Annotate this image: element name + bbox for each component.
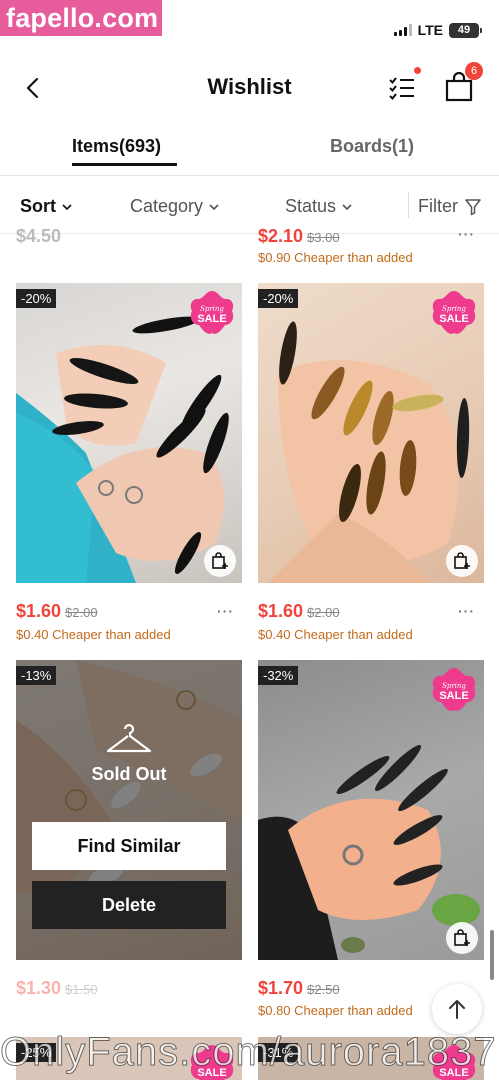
status-dropdown[interactable]: Status: [285, 196, 352, 217]
delete-button[interactable]: Delete: [32, 881, 226, 929]
sort-dropdown[interactable]: Sort: [20, 196, 72, 217]
tab-boards[interactable]: Boards(1): [330, 136, 414, 157]
notification-dot: [414, 67, 421, 74]
chevron-down-icon: [62, 203, 72, 210]
funnel-icon: [465, 198, 481, 215]
price-drop-note: $0.40 Cheaper than added: [16, 627, 171, 642]
active-tab-indicator: [72, 163, 177, 166]
price-row: $2.10 $3.00: [258, 226, 340, 247]
divider: [0, 175, 499, 176]
sold-out-label: Sold Out: [91, 764, 167, 784]
category-label: Category: [130, 196, 204, 216]
checklist-icon[interactable]: [388, 75, 418, 101]
product-card[interactable]: -20% Spring SALE: [16, 283, 242, 583]
scrollbar[interactable]: [490, 930, 494, 980]
overlay-watermark: OnlyFans.com/aurora1837: [0, 1030, 497, 1075]
battery-icon: 49: [449, 22, 482, 38]
chevron-down-icon: [209, 203, 219, 210]
add-to-cart-button[interactable]: [446, 922, 478, 954]
spring-sale-badge-icon: Spring SALE: [190, 291, 234, 334]
status-bar: LTE 49: [393, 22, 482, 38]
svg-text:Spring: Spring: [442, 305, 466, 313]
add-to-cart-button[interactable]: [446, 545, 478, 577]
original-price: $2.00: [65, 605, 98, 620]
price-row: $1.60 $2.00: [16, 601, 98, 622]
product-card[interactable]: -20% Spring SALE: [258, 283, 484, 583]
more-options-icon[interactable]: ···: [217, 603, 234, 619]
more-options-icon[interactable]: ···: [458, 603, 475, 619]
tab-items[interactable]: Items(693): [72, 136, 161, 157]
add-to-bag-icon: [454, 929, 470, 946]
signal-icon: [393, 24, 412, 36]
original-price: $2.50: [307, 982, 340, 997]
scroll-to-top-button[interactable]: [432, 984, 482, 1034]
sort-label: Sort: [20, 196, 56, 216]
discount-badge: -32%: [258, 666, 299, 685]
price-row: $1.30 $1.50: [16, 978, 98, 999]
filter-button[interactable]: Filter: [418, 196, 482, 217]
product-price: $1.60: [16, 601, 62, 621]
product-price: $1.30: [16, 978, 62, 998]
add-to-bag-icon: [454, 552, 470, 569]
network-label: LTE: [417, 22, 443, 38]
spring-sale-badge-icon: Spring SALE: [432, 291, 476, 334]
more-options-icon[interactable]: ···: [458, 226, 475, 242]
arrow-up-icon: [449, 1000, 465, 1019]
discount-badge: -20%: [258, 289, 299, 308]
add-to-cart-button[interactable]: [204, 545, 236, 577]
svg-text:SALE: SALE: [439, 313, 468, 325]
original-price: $1.50: [65, 982, 98, 997]
svg-text:SALE: SALE: [197, 313, 226, 325]
chevron-down-icon: [342, 203, 352, 210]
add-to-bag-icon: [212, 552, 228, 569]
divider: [408, 192, 409, 218]
price-row: $1.70 $2.50: [258, 978, 340, 999]
price-drop-note: $0.40 Cheaper than added: [258, 627, 413, 642]
filter-label: Filter: [418, 196, 458, 216]
original-price: $3.00: [307, 230, 340, 245]
page-title: Wishlist: [207, 74, 292, 99]
hanger-icon: [106, 724, 152, 753]
svg-text:Spring: Spring: [200, 305, 224, 313]
product-price: $1.70: [258, 978, 304, 998]
discount-badge: -20%: [16, 289, 57, 308]
product-card[interactable]: -13% Sold Out Find Similar Delete: [16, 660, 242, 960]
discount-badge: -13%: [16, 666, 57, 685]
price-row: $1.60 $2.00: [258, 601, 340, 622]
status-label: Status: [285, 196, 337, 216]
svg-text:Spring: Spring: [442, 682, 466, 690]
product-price: $1.60: [258, 601, 304, 621]
divider: [0, 233, 499, 234]
find-similar-button[interactable]: Find Similar: [32, 822, 226, 870]
product-price: $4.50: [16, 226, 62, 246]
filter-bar: Sort Category Status Filter: [0, 190, 499, 222]
product-card[interactable]: -32% Spring SALE: [258, 660, 484, 960]
price-drop-note: $0.80 Cheaper than added: [258, 1003, 413, 1018]
original-price: $2.00: [307, 605, 340, 620]
category-dropdown[interactable]: Category: [130, 196, 219, 217]
cart-count-badge: 6: [465, 62, 483, 80]
watermark-badge: fapello.com: [0, 0, 162, 36]
product-price: $2.10: [258, 226, 304, 246]
svg-text:SALE: SALE: [439, 690, 468, 702]
spring-sale-badge-icon: Spring SALE: [432, 668, 476, 711]
price-drop-note: $0.90 Cheaper than added: [258, 250, 413, 265]
